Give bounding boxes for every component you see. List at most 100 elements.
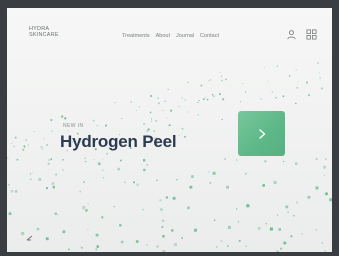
hero-eyebrow: NEW IN: [63, 123, 84, 129]
particle-dot: [120, 240, 124, 244]
particle-dot: [15, 190, 18, 193]
particle-dot: [273, 180, 277, 184]
particle-dot: [143, 168, 146, 172]
particle-dot: [325, 158, 327, 160]
particle-dot: [318, 72, 320, 74]
particle-dot: [156, 245, 159, 248]
particle-dot: [124, 181, 126, 184]
particle-dot: [226, 185, 229, 189]
particle-dot: [155, 119, 158, 122]
nav-item-treatments[interactable]: Treatments: [122, 33, 150, 39]
particle-dot: [162, 110, 164, 112]
particle-dot: [84, 157, 86, 159]
particle-dot: [296, 201, 298, 204]
particle-dot: [198, 100, 200, 102]
particle-dot: [62, 230, 66, 234]
scroll-arrow-icon[interactable]: [26, 231, 39, 242]
particle-dot: [325, 192, 328, 196]
particle-dot: [320, 87, 323, 90]
particle-dot: [277, 214, 279, 216]
particle-dot: [83, 181, 85, 183]
particle-dot: [16, 158, 19, 161]
particle-dot: [178, 134, 180, 136]
particle-dot: [68, 248, 70, 251]
particle-dot: [41, 148, 44, 150]
particle-dot: [191, 175, 194, 178]
particle-dot: [236, 159, 238, 161]
particle-dot: [146, 244, 148, 246]
particle-dot: [178, 106, 180, 108]
particle-dot: [52, 185, 55, 189]
particle-dot: [120, 159, 122, 162]
particle-dot: [151, 118, 152, 120]
particle-dot: [181, 127, 184, 130]
particle-dot: [242, 82, 244, 84]
nav-item-journal[interactable]: Journal: [176, 33, 194, 39]
particle-dot: [236, 208, 238, 210]
device-frame: HYDRA SKINCARE Treatments About Journal …: [0, 0, 339, 256]
particle-dot: [197, 114, 199, 116]
particle-dot: [8, 212, 12, 215]
particle-dot: [168, 124, 171, 127]
particle-dot: [208, 80, 210, 82]
particle-dot: [265, 223, 267, 225]
particle-dot: [121, 118, 123, 119]
particle-dot: [271, 91, 274, 93]
particle-dot: [187, 206, 190, 210]
particle-dot: [308, 94, 310, 97]
particle-dot: [167, 88, 169, 90]
particle-dot: [10, 190, 14, 193]
particle-dot: [221, 79, 223, 82]
particle-dot: [209, 181, 212, 184]
particle-dot: [267, 80, 269, 82]
particle-dot: [151, 120, 152, 122]
particle-dot: [324, 250, 327, 252]
particle-dot: [209, 79, 212, 81]
particle-dot: [50, 158, 53, 160]
particle-dot: [315, 229, 317, 231]
particle-dot: [221, 118, 223, 120]
particle-dot: [189, 185, 193, 189]
particle-dot: [329, 198, 332, 202]
particle-dot: [142, 208, 144, 211]
particle-dot: [147, 128, 150, 131]
particle-dot: [287, 211, 289, 214]
particle-dot: [40, 146, 43, 148]
particle-dot: [8, 184, 10, 186]
menu-grid-icon[interactable]: [306, 29, 317, 40]
particle-dot: [276, 250, 279, 252]
particle-dot: [32, 172, 33, 173]
particle-dot: [102, 169, 104, 171]
particle-dot: [95, 233, 99, 237]
particle-dot: [290, 235, 293, 238]
brand-logo[interactable]: HYDRA SKINCARE: [29, 26, 59, 38]
particle-dot: [114, 102, 116, 104]
particle-dot: [184, 135, 186, 138]
particle-dot: [95, 248, 98, 251]
particle-dot: [13, 145, 15, 148]
particle-dot: [29, 173, 32, 175]
particle-dot: [96, 125, 98, 127]
particle-dot: [296, 87, 298, 89]
particle-dot: [206, 98, 209, 101]
brand-line-2: SKINCARE: [29, 32, 59, 38]
particle-dot: [27, 144, 29, 146]
particle-dot: [165, 196, 168, 199]
particle-dot: [143, 159, 146, 162]
particle-dot: [269, 227, 273, 231]
nav-item-about[interactable]: About: [156, 33, 170, 39]
particle-dot: [14, 136, 17, 139]
particle-dot: [227, 225, 231, 229]
particle-dot: [323, 174, 326, 176]
user-icon[interactable]: [286, 29, 297, 40]
particle-dot: [246, 204, 250, 208]
particle-dot: [214, 219, 216, 221]
particle-dot: [47, 162, 50, 165]
particle-dot: [93, 159, 95, 160]
particle-dot: [36, 227, 40, 231]
particle-dot: [200, 84, 203, 87]
particle-dot: [216, 246, 218, 248]
particle-dot: [197, 102, 199, 103]
nav-item-contact[interactable]: Contact: [200, 33, 219, 39]
hero-next-button[interactable]: [238, 111, 285, 156]
